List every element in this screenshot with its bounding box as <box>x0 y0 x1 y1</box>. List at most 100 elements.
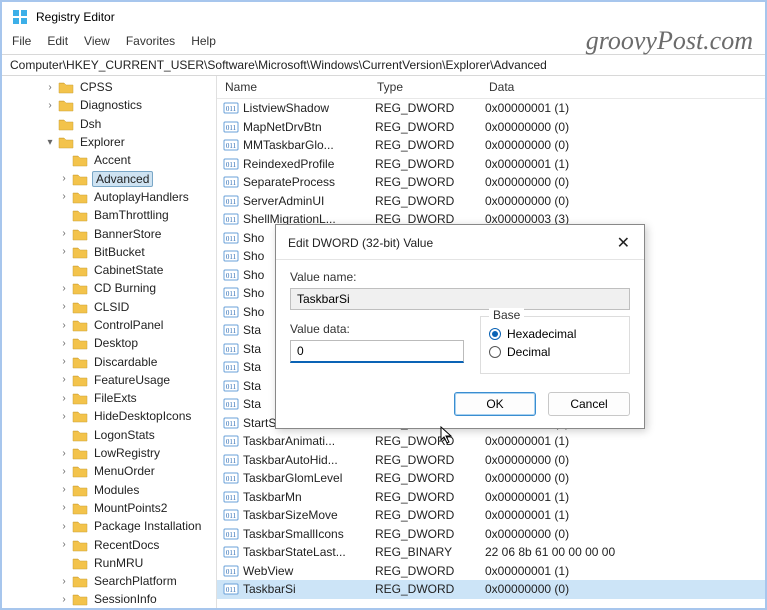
tree-item[interactable]: ›BitBucket <box>2 243 216 261</box>
list-row[interactable]: 011TaskbarAnimati...REG_DWORD0x00000001 … <box>217 432 765 451</box>
tree-item[interactable]: ›Dsh <box>2 115 216 133</box>
chevron-right-icon[interactable]: › <box>58 393 70 404</box>
chevron-right-icon[interactable]: › <box>58 374 70 385</box>
tree-item[interactable]: ›RunMRU <box>2 554 216 572</box>
col-header-type[interactable]: Type <box>377 80 487 94</box>
chevron-right-icon[interactable]: › <box>58 228 70 239</box>
menu-edit[interactable]: Edit <box>47 34 68 48</box>
value-data-input[interactable] <box>290 340 464 363</box>
row-name: ListviewShadow <box>243 101 375 115</box>
tree-item[interactable]: ›MenuOrder <box>2 462 216 480</box>
chevron-right-icon[interactable]: › <box>58 338 70 349</box>
list-row[interactable]: 011TaskbarMnREG_DWORD0x00000001 (1) <box>217 488 765 507</box>
tree-item-label: MountPoints2 <box>92 501 169 515</box>
tree-item[interactable]: ›CabinetState <box>2 261 216 279</box>
svg-text:011: 011 <box>226 568 237 576</box>
list-row[interactable]: 011MapNetDrvBtnREG_DWORD0x00000000 (0) <box>217 118 765 137</box>
chevron-right-icon[interactable]: › <box>58 301 70 312</box>
menu-favorites[interactable]: Favorites <box>126 34 175 48</box>
tree-item[interactable]: ›SearchPlatform <box>2 572 216 590</box>
tree-item[interactable]: ›FeatureUsage <box>2 371 216 389</box>
tree-item[interactable]: ›Package Installation <box>2 517 216 535</box>
chevron-right-icon[interactable]: › <box>58 466 70 477</box>
cancel-button[interactable]: Cancel <box>548 392 630 416</box>
tree-view[interactable]: ›CPSS›Diagnostics›Dsh▾Explorer›Accent›Ad… <box>2 76 217 608</box>
chevron-right-icon[interactable]: › <box>58 521 70 532</box>
menu-file[interactable]: File <box>12 34 31 48</box>
tree-item[interactable]: ›BamThrottling <box>2 206 216 224</box>
tree-item[interactable]: ›RecentDocs <box>2 535 216 553</box>
tree-item[interactable]: ›HideDesktopIcons <box>2 407 216 425</box>
chevron-right-icon[interactable]: › <box>58 320 70 331</box>
menu-help[interactable]: Help <box>191 34 216 48</box>
col-header-data[interactable]: Data <box>487 80 765 94</box>
menu-view[interactable]: View <box>84 34 110 48</box>
tree-item[interactable]: ›Accent <box>2 151 216 169</box>
svg-text:011: 011 <box>226 383 237 391</box>
registry-value-icon: 011 <box>223 248 239 264</box>
radio-hex[interactable]: Hexadecimal <box>489 327 621 341</box>
list-row[interactable]: 011SeparateProcessREG_DWORD0x00000000 (0… <box>217 173 765 192</box>
chevron-right-icon[interactable]: › <box>58 539 70 550</box>
registry-value-icon: 011 <box>223 489 239 505</box>
close-icon[interactable]: ✕ <box>613 233 634 253</box>
chevron-right-icon[interactable]: › <box>44 100 56 111</box>
folder-icon <box>72 592 88 606</box>
tree-item[interactable]: ›CLSID <box>2 298 216 316</box>
tree-item[interactable]: ›Diagnostics <box>2 96 216 114</box>
tree-item[interactable]: ›Desktop <box>2 334 216 352</box>
tree-item[interactable]: ›CPSS <box>2 78 216 96</box>
radio-dec[interactable]: Decimal <box>489 345 621 359</box>
tree-item[interactable]: ›ControlPanel <box>2 316 216 334</box>
svg-text:011: 011 <box>226 124 237 132</box>
chevron-right-icon[interactable]: › <box>58 173 70 184</box>
tree-item[interactable]: ▾Explorer <box>2 133 216 151</box>
chevron-down-icon[interactable]: ▾ <box>44 137 56 148</box>
tree-item[interactable]: ›Discardable <box>2 352 216 370</box>
list-row[interactable]: 011TaskbarStateLast...REG_BINARY22 06 8b… <box>217 543 765 562</box>
registry-value-icon: 011 <box>223 137 239 153</box>
folder-icon <box>72 190 88 204</box>
folder-icon <box>72 501 88 515</box>
list-row[interactable]: 011ReindexedProfileREG_DWORD0x00000001 (… <box>217 155 765 174</box>
tree-item[interactable]: ›LogonStats <box>2 426 216 444</box>
chevron-right-icon[interactable]: › <box>58 576 70 587</box>
list-row[interactable]: 011TaskbarSmallIconsREG_DWORD0x00000000 … <box>217 525 765 544</box>
tree-item[interactable]: ›LowRegistry <box>2 444 216 462</box>
chevron-right-icon[interactable]: › <box>58 283 70 294</box>
tree-item[interactable]: › MountPoints2 <box>2 499 216 517</box>
tree-item[interactable]: ›FileExts <box>2 389 216 407</box>
list-row[interactable]: 011TaskbarSizeMoveREG_DWORD0x00000001 (1… <box>217 506 765 525</box>
tree-item[interactable]: ›BannerStore <box>2 224 216 242</box>
col-header-name[interactable]: Name <box>217 80 377 94</box>
chevron-right-icon[interactable]: › <box>58 246 70 257</box>
chevron-right-icon[interactable]: › <box>44 82 56 93</box>
list-row[interactable]: 011TaskbarAutoHid...REG_DWORD0x00000000 … <box>217 451 765 470</box>
chevron-right-icon[interactable]: › <box>58 594 70 605</box>
row-data: 0x00000000 (0) <box>485 138 765 152</box>
tree-item[interactable]: ›AutoplayHandlers <box>2 188 216 206</box>
svg-text:011: 011 <box>226 401 237 409</box>
folder-icon <box>72 483 88 497</box>
tree-item[interactable]: ›Modules <box>2 481 216 499</box>
chevron-right-icon[interactable]: › <box>58 191 70 202</box>
value-name-input[interactable] <box>290 288 630 310</box>
registry-value-icon: 011 <box>223 378 239 394</box>
ok-button[interactable]: OK <box>454 392 536 416</box>
tree-item[interactable]: ›SessionInfo <box>2 590 216 608</box>
chevron-right-icon[interactable]: › <box>58 411 70 422</box>
svg-text:011: 011 <box>226 290 237 298</box>
list-row[interactable]: 011ListviewShadowREG_DWORD0x00000001 (1) <box>217 99 765 118</box>
list-row[interactable]: 011MMTaskbarGlo...REG_DWORD0x00000000 (0… <box>217 136 765 155</box>
address-bar[interactable]: Computer\HKEY_CURRENT_USER\Software\Micr… <box>2 54 765 76</box>
chevron-right-icon[interactable]: › <box>58 484 70 495</box>
tree-item[interactable]: ›Advanced <box>2 169 216 187</box>
chevron-right-icon[interactable]: › <box>58 356 70 367</box>
list-row[interactable]: 011ServerAdminUIREG_DWORD0x00000000 (0) <box>217 192 765 211</box>
list-row[interactable]: 011TaskbarGlomLevelREG_DWORD0x00000000 (… <box>217 469 765 488</box>
list-row[interactable]: 011TaskbarSiREG_DWORD0x00000000 (0) <box>217 580 765 599</box>
tree-item[interactable]: ›CD Burning <box>2 279 216 297</box>
list-row[interactable]: 011WebViewREG_DWORD0x00000001 (1) <box>217 562 765 581</box>
chevron-right-icon[interactable]: › <box>58 502 70 513</box>
chevron-right-icon[interactable]: › <box>58 448 70 459</box>
